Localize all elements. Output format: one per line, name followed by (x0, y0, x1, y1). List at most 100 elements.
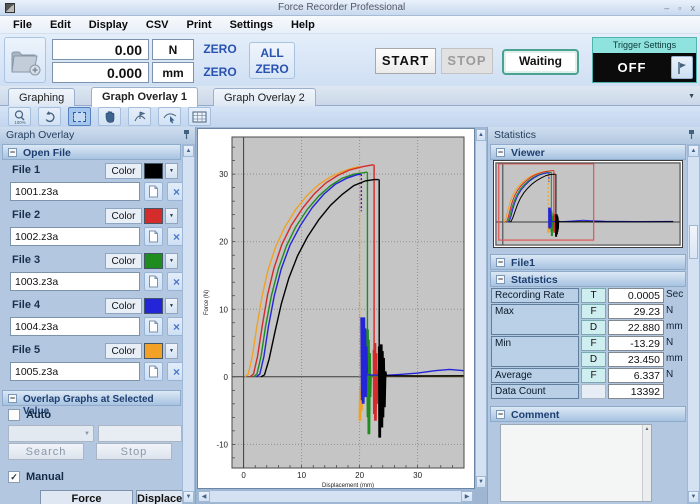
overlap-value-input[interactable] (98, 425, 182, 442)
trigger-settings-label: Trigger Settings (593, 38, 696, 53)
file-2-color-swatch[interactable] (144, 208, 163, 224)
file-3-filename-input[interactable]: 1003.z3a (10, 272, 140, 291)
file-5-color-label: Color (105, 343, 142, 359)
file-3-browse-button[interactable] (144, 272, 163, 291)
trigger-settings-button[interactable] (671, 56, 693, 79)
menu-file[interactable]: File (4, 17, 41, 33)
tab-graphing[interactable]: Graphing (8, 88, 75, 107)
file-1-color-dropdown[interactable]: ▼ (165, 163, 178, 179)
auto-checkbox[interactable] (8, 409, 20, 421)
tab-graph-overlay-2[interactable]: Graph Overlay 2 (213, 88, 316, 107)
right-panel-title: Statistics (494, 129, 536, 141)
chevron-down-icon: ▼ (84, 431, 90, 437)
search-button[interactable]: Search (8, 443, 84, 460)
scroll-down-arrow[interactable]: ▼ (476, 476, 486, 488)
file-2-browse-button[interactable] (144, 227, 163, 246)
viewer-section-header[interactable]: − Viewer (490, 144, 686, 160)
scroll-left-arrow[interactable]: ◀ (198, 491, 210, 502)
tab-graph-overlay-1[interactable]: Graph Overlay 1 (91, 87, 198, 107)
file-1-filename-input[interactable]: 1001.z3a (10, 182, 140, 201)
file-4-browse-button[interactable] (144, 317, 163, 336)
data-grid-icon (192, 111, 207, 123)
data-table-button[interactable] (188, 107, 211, 126)
file-4-color-dropdown[interactable]: ▼ (165, 298, 178, 314)
left-panel-caption: Graph Overlay (0, 127, 195, 143)
stat-unit: N (666, 336, 686, 351)
point-pick-button[interactable] (158, 107, 181, 126)
scroll-down-arrow[interactable]: ▼ (183, 491, 194, 503)
open-file-button[interactable] (4, 37, 46, 83)
file-2-filename-input[interactable]: 1002.z3a (10, 227, 140, 246)
comment-scrollbar[interactable]: ▲ (642, 425, 651, 501)
pan-button[interactable] (98, 107, 121, 126)
displacement-zero-button[interactable]: ZERO (197, 62, 243, 83)
scroll-up-arrow[interactable]: ▲ (643, 425, 651, 434)
graph-horizontal-scrollbar[interactable]: ◀ ▶ (197, 490, 474, 503)
graph-vertical-scrollbar[interactable]: ▲ ▼ (475, 128, 487, 489)
menu-csv[interactable]: CSV (137, 17, 178, 33)
undo-button[interactable] (38, 107, 61, 126)
left-panel-scrollbar[interactable]: ▲ ▼ (182, 144, 195, 504)
graph-canvas[interactable]: 0102030-100102030Displacement (mm)Force … (197, 128, 475, 489)
menu-print[interactable]: Print (178, 17, 221, 33)
app-icon (5, 3, 15, 13)
file-5-color-dropdown[interactable]: ▼ (165, 343, 178, 359)
file1-section-header[interactable]: − File1 (490, 254, 686, 270)
collapse-icon[interactable]: − (8, 148, 17, 157)
file-5-browse-button[interactable] (144, 362, 163, 381)
search-stop-button[interactable]: Stop (96, 443, 172, 460)
collapse-icon[interactable]: − (496, 258, 505, 267)
collapse-icon[interactable]: − (8, 394, 17, 403)
force-mode-button[interactable]: Force (40, 490, 133, 504)
stat-unit: N (666, 304, 686, 319)
force-zero-button[interactable]: ZERO (197, 39, 243, 60)
file-5-filename-input[interactable]: 1005.z3a (10, 362, 140, 381)
collapse-icon[interactable]: − (496, 410, 505, 419)
overview-viewer[interactable] (493, 160, 683, 248)
pin-icon[interactable] (687, 129, 696, 140)
start-button[interactable]: START (375, 48, 436, 74)
file-3-color-dropdown[interactable]: ▼ (165, 253, 178, 269)
comment-section-header[interactable]: − Comment (490, 406, 686, 422)
minimize-button[interactable]: – (664, 3, 669, 13)
scrollbar-thumb[interactable] (689, 225, 698, 259)
collapse-icon[interactable]: − (496, 275, 505, 284)
file-row-5: File 5 Color ▼ 1005.z3a × (2, 341, 181, 386)
overlap-section-header[interactable]: − Overlap Graphs at Selected Value (2, 390, 181, 406)
file-4-color-swatch[interactable] (144, 298, 163, 314)
scroll-up-arrow[interactable]: ▲ (688, 145, 699, 157)
overlap-value-dropdown[interactable]: ▼ (8, 425, 94, 442)
all-zero-button[interactable]: ALL ZERO (249, 42, 295, 79)
scroll-down-arrow[interactable]: ▼ (688, 491, 699, 503)
select-region-button[interactable] (68, 107, 91, 126)
file-1-browse-button[interactable] (144, 182, 163, 201)
maximize-button[interactable]: ▫ (678, 3, 681, 13)
statistics-section-header[interactable]: − Statistics (490, 271, 686, 287)
menu-display[interactable]: Display (80, 17, 137, 33)
menu-help[interactable]: Help (282, 17, 324, 33)
scroll-up-arrow[interactable]: ▲ (476, 129, 486, 141)
file-1-color-swatch[interactable] (144, 163, 163, 179)
zoom-100-button[interactable]: 100% (8, 107, 31, 126)
displacement-mode-button[interactable]: Displaceme (136, 490, 183, 504)
pin-icon[interactable] (182, 129, 191, 140)
stat-unit: N (666, 368, 686, 383)
scroll-right-arrow[interactable]: ▶ (461, 491, 473, 502)
file-2-label: File 2 (12, 209, 40, 221)
statistics-table: Recording Rate T 0.0005 Sec Max F 29.23 … (491, 288, 685, 399)
menu-edit[interactable]: Edit (41, 17, 80, 33)
open-file-section-header[interactable]: − Open File (2, 144, 181, 160)
tab-list-dropdown[interactable]: ▼ (688, 93, 695, 100)
file-3-color-swatch[interactable] (144, 253, 163, 269)
close-button[interactable]: x (691, 3, 696, 13)
marker-flag-button[interactable] (128, 107, 151, 126)
menu-settings[interactable]: Settings (221, 17, 282, 33)
scroll-up-arrow[interactable]: ▲ (183, 145, 194, 157)
collapse-icon[interactable]: − (496, 148, 505, 157)
manual-checkbox[interactable]: ✓ (8, 471, 20, 483)
right-panel-scrollbar[interactable]: ▲ ▼ (687, 144, 700, 504)
file-2-color-dropdown[interactable]: ▼ (165, 208, 178, 224)
comment-textarea[interactable]: ▲ (500, 424, 652, 502)
file-5-color-swatch[interactable] (144, 343, 163, 359)
file-4-filename-input[interactable]: 1004.z3a (10, 317, 140, 336)
